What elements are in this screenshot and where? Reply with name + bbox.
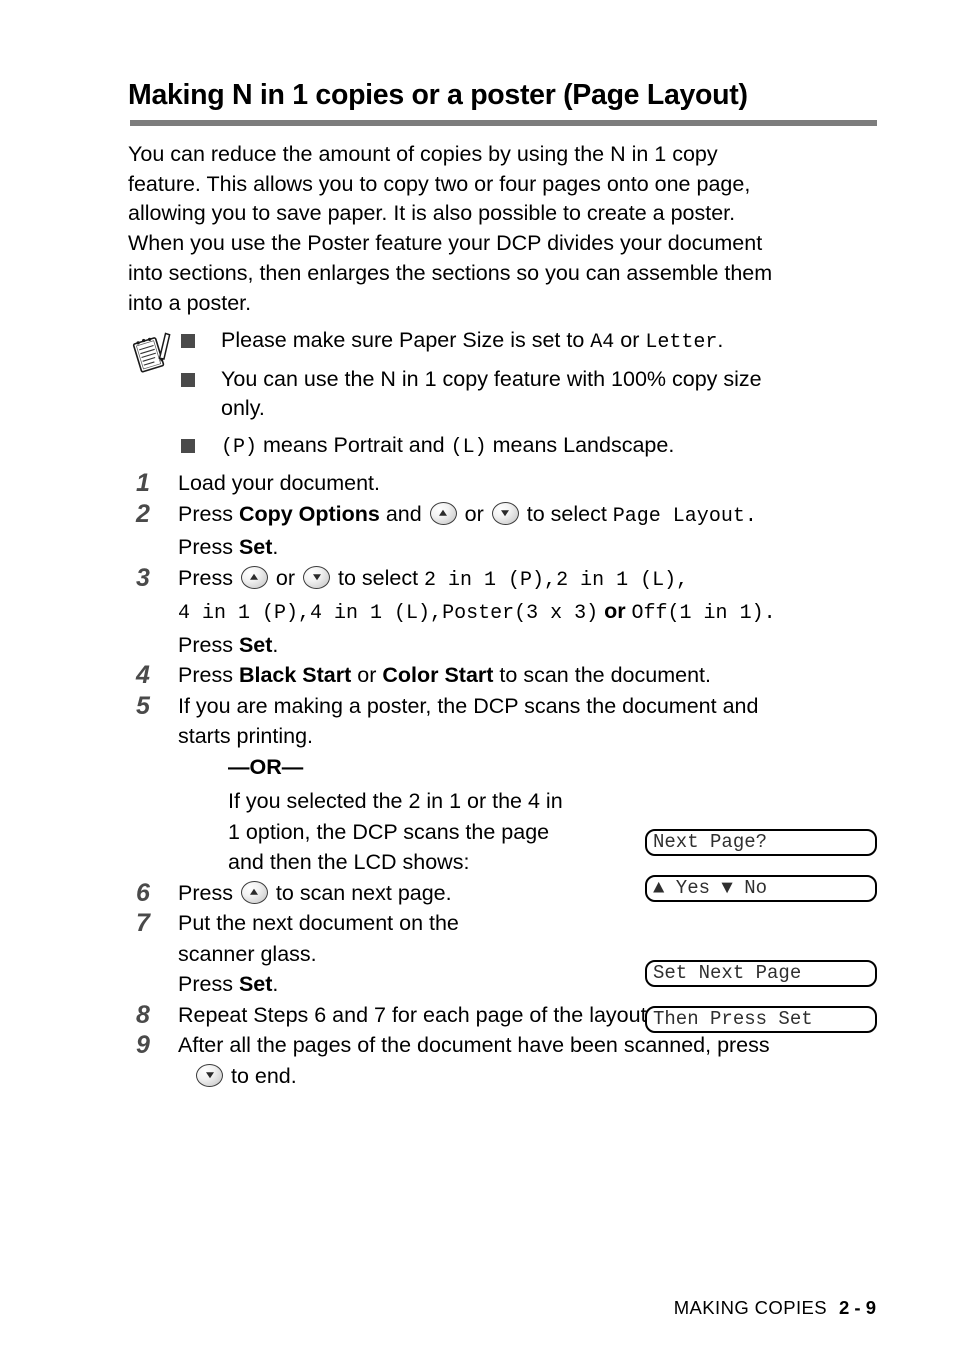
- step-text: After all the pages of the document have…: [178, 1033, 770, 1057]
- up-arrow-key-icon[interactable]: [240, 880, 268, 904]
- down-arrow-key-icon[interactable]: [303, 565, 331, 589]
- step-text: Press: [178, 880, 239, 905]
- step-number: 9: [136, 1031, 150, 1059]
- lcd-option: 2 in 1 (L),: [556, 568, 689, 592]
- lcd-option: 4 in 1 (P),: [178, 602, 311, 625]
- lcd-value-p: (P): [221, 435, 258, 459]
- step-list: 1 Load your document. 2 Press Copy Optio…: [128, 468, 888, 1091]
- step-text: Press: [178, 501, 239, 526]
- up-arrow-key-icon[interactable]: [240, 565, 268, 589]
- lcd-display-next-page: Next Page?: [645, 829, 877, 856]
- intro-line: When you use the Poster feature your DCP…: [128, 231, 763, 256]
- set-button-label: Set: [238, 535, 273, 559]
- bullet-text: or: [614, 328, 646, 352]
- lcd-option: Off(1 in 1).: [631, 602, 776, 625]
- step-text: starts printing.: [178, 724, 314, 748]
- step-text: Press: [178, 535, 239, 559]
- step-text: If you selected the 2 in 1 or the 4 in: [228, 789, 563, 813]
- step-text: .: [272, 972, 279, 996]
- step-text: Press: [178, 565, 239, 590]
- step-text: If you are making a poster, the DCP scan…: [178, 693, 759, 718]
- lcd-value-a4: A4: [590, 331, 615, 354]
- step-text: to scan the document.: [493, 663, 711, 687]
- step-text: and: [379, 501, 428, 526]
- step-text: or: [351, 663, 383, 687]
- step-text: .: [272, 535, 279, 559]
- step-text: to select: [520, 501, 613, 526]
- bullet-square-icon: [181, 334, 195, 348]
- notepad-pencil-icon: [128, 330, 178, 378]
- lcd-value-letter: Letter: [645, 331, 718, 354]
- lcd-display-then-press-set: Then Press Set: [645, 1006, 877, 1033]
- step-number: 8: [136, 1000, 150, 1029]
- set-button-label: Set: [238, 972, 273, 996]
- step-9: 9 After all the pages of the document ha…: [128, 1030, 888, 1091]
- intro-line: into a poster.: [128, 290, 252, 315]
- bullet-text: .: [717, 328, 724, 352]
- lcd-display-yes-no: ▲ Yes ▼ No: [645, 875, 877, 902]
- lcd-option: Poster(3 x 3): [442, 602, 599, 625]
- bullet-square-icon: [181, 438, 195, 453]
- step-text: to select: [332, 565, 425, 590]
- lcd-option: 4 in 1 (L),: [310, 602, 443, 625]
- note-bullet-list: Please make sure Paper Size is set to A4…: [181, 326, 888, 469]
- step-number: 3: [136, 563, 150, 592]
- step-text: or: [458, 501, 490, 526]
- lcd-value-l: (L): [450, 435, 487, 459]
- footer-chapter: MAKING COPIES: [673, 1297, 827, 1318]
- step-number: 6: [136, 878, 150, 907]
- step-3: 3 Press or to select 2 in 1 (P),2 in 1 (…: [128, 563, 888, 661]
- black-start-button-label: Black Start: [238, 663, 352, 687]
- step-number: 2: [136, 499, 150, 528]
- page-footer: MAKING COPIES 2 - 9: [674, 1297, 876, 1319]
- page-title: Making N in 1 copies or a poster (Page L…: [128, 79, 748, 111]
- lcd-option: 2 in 1 (P),: [424, 568, 557, 592]
- step-text: Press: [178, 663, 239, 687]
- step-number: 5: [136, 691, 150, 720]
- step-text: Put the next document on the: [178, 911, 459, 935]
- copy-options-button-label: Copy Options: [238, 501, 380, 526]
- step-number: 1: [136, 469, 150, 497]
- step-text: to scan next page.: [269, 880, 452, 905]
- intro-line: feature. This allows you to copy two or …: [128, 171, 751, 196]
- note-bullet-item: You can use the N in 1 copy feature with…: [181, 365, 888, 424]
- down-arrow-key-icon[interactable]: [196, 1063, 223, 1087]
- step-text: or: [598, 599, 632, 623]
- or-divider: —OR—: [228, 754, 304, 779]
- step-2: 2 Press Copy Options and or to select Pa…: [128, 499, 888, 563]
- bullet-text: means Portrait and: [257, 432, 451, 457]
- step-4: 4 Press Black Start or Color Start to sc…: [128, 660, 888, 691]
- note-bullet-item: Please make sure Paper Size is set to A4…: [181, 326, 888, 358]
- footer-page-number: 2 - 9: [838, 1297, 876, 1318]
- step-1: 1 Load your document.: [128, 468, 888, 499]
- set-button-label: Set: [238, 632, 273, 657]
- lcd-display-set-next-page: Set Next Page: [645, 960, 877, 987]
- bullet-text: only.: [221, 396, 265, 420]
- down-arrow-key-icon[interactable]: [491, 501, 519, 525]
- up-arrow-key-icon[interactable]: [429, 501, 457, 525]
- step-text: Load your document.: [178, 471, 380, 495]
- step-text: or: [269, 565, 302, 590]
- bullet-square-icon: [181, 372, 195, 387]
- document-page: Making N in 1 copies or a poster (Page L…: [0, 0, 954, 1352]
- intro-paragraph: You can reduce the amount of copies by u…: [128, 140, 888, 318]
- note-bullet-item: (P) means Portrait and (L) means Landsca…: [181, 431, 888, 463]
- lcd-value-page-layout: Page Layout.: [612, 504, 757, 528]
- color-start-button-label: Color Start: [382, 663, 494, 687]
- intro-line: allowing you to save paper. It is also p…: [128, 201, 736, 226]
- step-text: to end.: [225, 1063, 297, 1088]
- intro-line: You can reduce the amount of copies by u…: [128, 142, 718, 166]
- bullet-text: You can use the N in 1 copy feature with…: [221, 366, 762, 391]
- intro-line: into sections, then enlarges the section…: [128, 260, 773, 285]
- step-number: 4: [136, 661, 150, 689]
- bullet-text: Please make sure Paper Size is set to: [221, 328, 591, 352]
- step-number: 7: [136, 909, 150, 937]
- title-divider: [130, 120, 877, 126]
- step-text: Press: [178, 632, 239, 657]
- step-text: .: [272, 632, 279, 657]
- step-text: Press: [178, 972, 239, 996]
- bullet-text: means Landscape.: [486, 432, 675, 457]
